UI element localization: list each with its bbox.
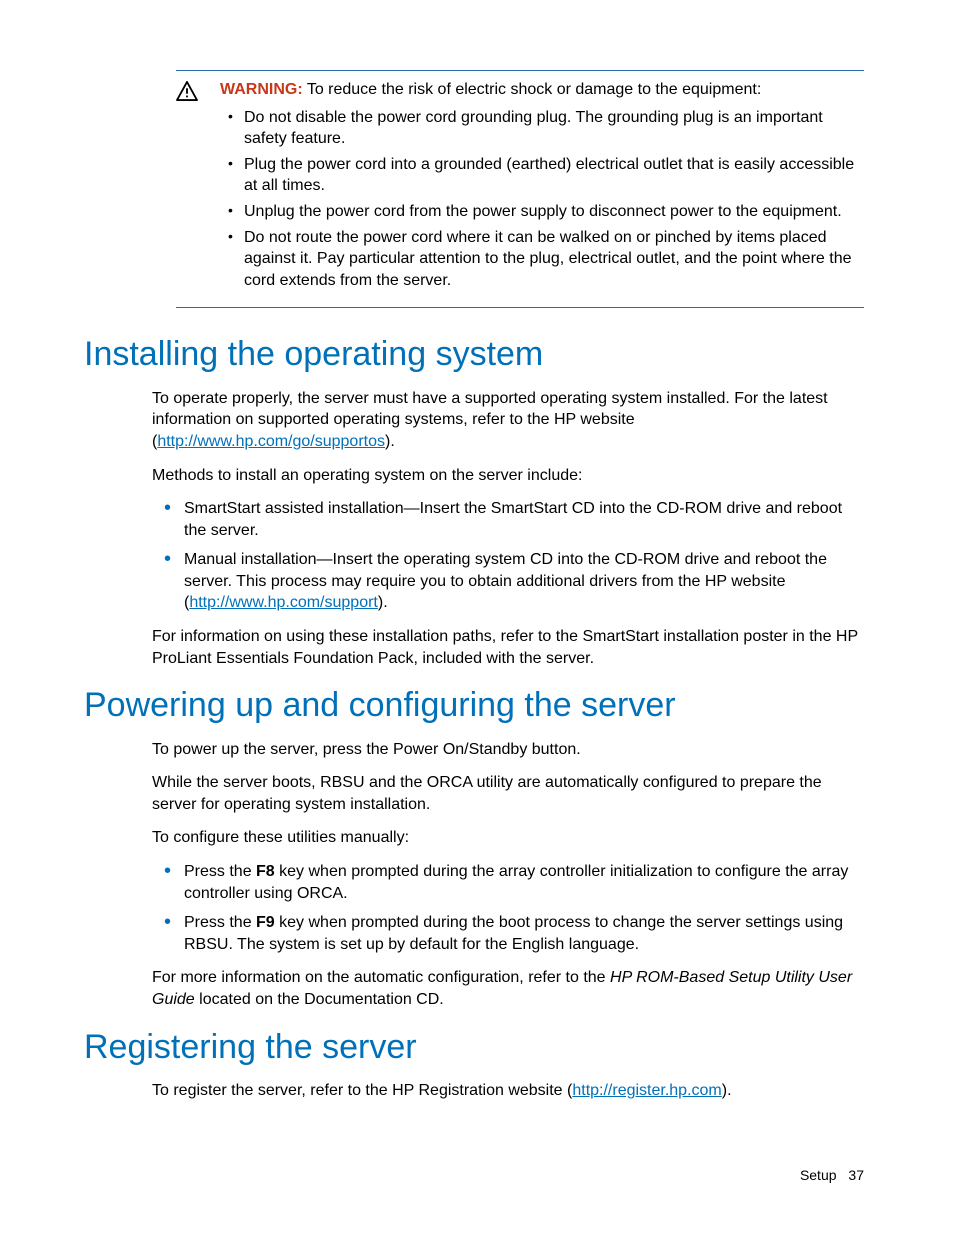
text: key when prompted during the array contr… <box>184 863 848 902</box>
warning-item: Do not route the power cord where it can… <box>244 227 864 292</box>
heading-powering: Powering up and configuring the server <box>84 687 864 724</box>
footer-page-number: 37 <box>848 1167 864 1183</box>
key-f8: F8 <box>256 863 275 880</box>
text: located on the Documentation CD. <box>195 991 444 1008</box>
install-p1: To operate properly, the server must hav… <box>152 388 864 453</box>
warning-item: Do not disable the power cord grounding … <box>244 107 864 150</box>
key-f9: F9 <box>256 914 275 931</box>
text: Press the <box>184 914 256 931</box>
power-p3: To configure these utilities manually: <box>152 827 864 849</box>
power-bullets: Press the F8 key when prompted during th… <box>152 861 864 955</box>
power-bullet: Press the F8 key when prompted during th… <box>184 861 864 904</box>
text: To register the server, refer to the HP … <box>152 1082 572 1099</box>
heading-registering: Registering the server <box>84 1029 864 1066</box>
install-p2: Methods to install an operating system o… <box>152 465 864 487</box>
heading-install-os: Installing the operating system <box>84 336 864 373</box>
warning-intro: To reduce the risk of electric shock or … <box>307 81 761 98</box>
warning-body: WARNING: To reduce the risk of electric … <box>220 79 864 295</box>
warning-icon <box>176 81 200 295</box>
link-register[interactable]: http://register.hp.com <box>572 1082 721 1099</box>
document-page: WARNING: To reduce the risk of electric … <box>0 0 954 1235</box>
warning-label: WARNING: <box>220 81 303 98</box>
register-p1: To register the server, refer to the HP … <box>152 1080 864 1102</box>
text: For more information on the automatic co… <box>152 969 610 986</box>
footer-section: Setup <box>800 1167 837 1183</box>
install-body: To operate properly, the server must hav… <box>152 388 864 670</box>
install-bullet: Manual installation—Insert the operating… <box>184 549 864 614</box>
register-body: To register the server, refer to the HP … <box>152 1080 864 1102</box>
text: ). <box>722 1082 732 1099</box>
power-body: To power up the server, press the Power … <box>152 739 864 1011</box>
install-bullets: SmartStart assisted installation—Insert … <box>152 498 864 614</box>
warning-item: Unplug the power cord from the power sup… <box>244 201 864 223</box>
install-bullet: SmartStart assisted installation—Insert … <box>184 498 864 541</box>
install-p3: For information on using these installat… <box>152 626 864 669</box>
warning-callout: WARNING: To reduce the risk of electric … <box>176 70 864 308</box>
power-p2: While the server boots, RBSU and the ORC… <box>152 772 864 815</box>
link-support[interactable]: http://www.hp.com/support <box>189 594 378 611</box>
text: ). <box>385 433 395 450</box>
power-bullet: Press the F9 key when prompted during th… <box>184 912 864 955</box>
text: key when prompted during the boot proces… <box>184 914 843 953</box>
warning-list: Do not disable the power cord grounding … <box>220 107 864 292</box>
text: Press the <box>184 863 256 880</box>
page-footer: Setup 37 <box>800 1166 864 1185</box>
warning-item: Plug the power cord into a grounded (ear… <box>244 154 864 197</box>
power-p1: To power up the server, press the Power … <box>152 739 864 761</box>
link-supportos[interactable]: http://www.hp.com/go/supportos <box>157 433 385 450</box>
power-p4: For more information on the automatic co… <box>152 967 864 1010</box>
text: ). <box>378 594 388 611</box>
